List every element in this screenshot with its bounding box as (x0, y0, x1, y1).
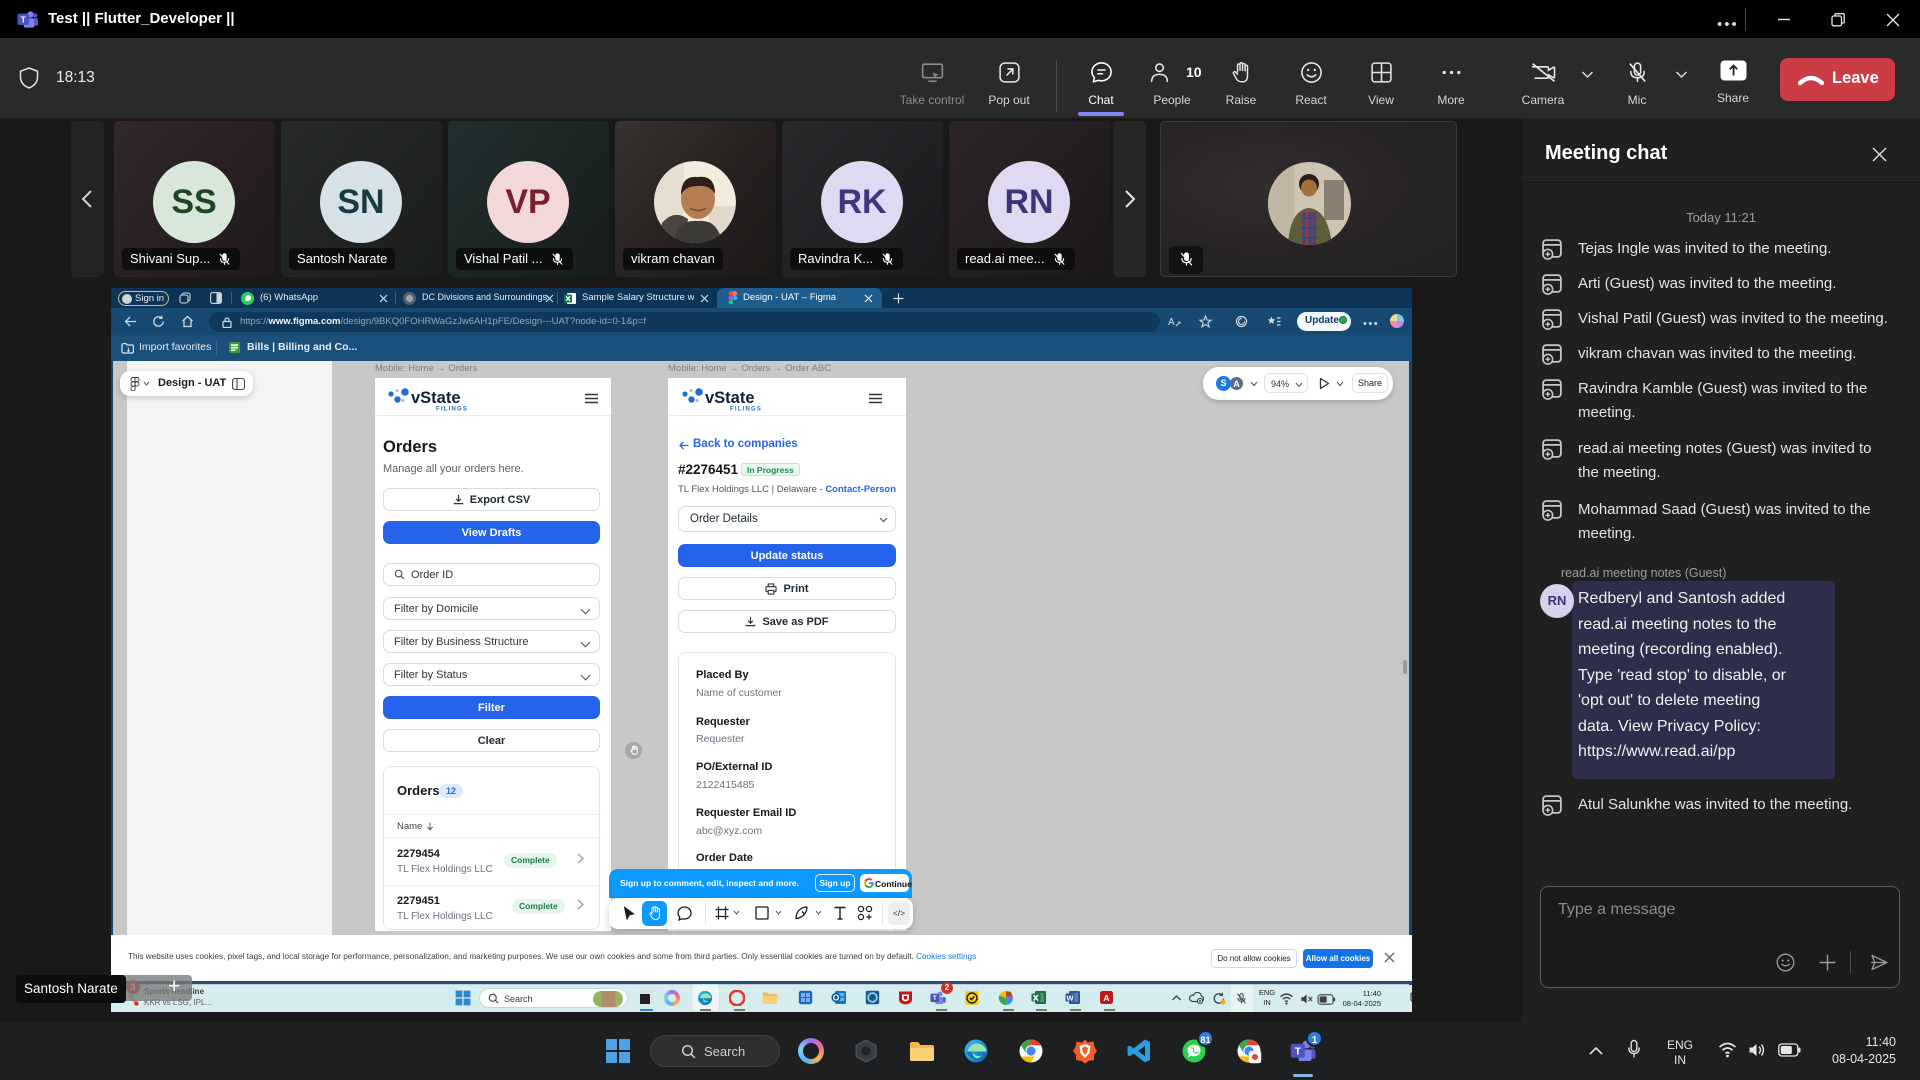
svg-text:A: A (1103, 993, 1109, 1003)
svg-text:O: O (833, 993, 840, 1003)
svg-text:vState: vState (411, 389, 461, 407)
svg-text:T: T (1295, 1046, 1302, 1058)
svg-text:W: W (1066, 993, 1074, 1002)
svg-text:A: A (1168, 317, 1175, 328)
svg-text:vState: vState (705, 389, 755, 407)
svg-text:T: T (21, 14, 27, 24)
svg-text:T: T (933, 995, 937, 1002)
svg-text:FILINGS: FILINGS (730, 407, 762, 413)
svg-text:FILINGS: FILINGS (436, 407, 468, 413)
